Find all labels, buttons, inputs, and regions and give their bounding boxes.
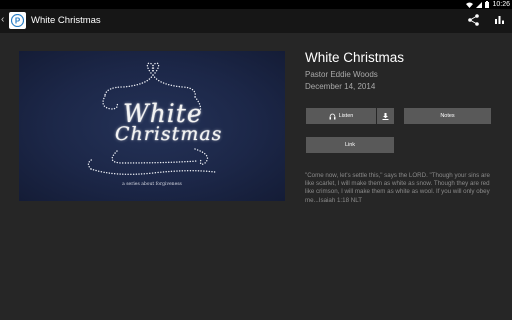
listen-button[interactable]: Listen (306, 108, 376, 124)
status-time: 10:26 (492, 1, 510, 8)
app-title: White Christmas (31, 15, 101, 26)
sermon-date: December 14, 2014 (305, 82, 376, 91)
notes-button[interactable]: Notes (404, 108, 491, 124)
link-label: Link (344, 142, 356, 148)
listen-label: Listen (338, 113, 354, 119)
svg-text:P: P (15, 17, 21, 26)
bar-chart-icon[interactable] (495, 15, 504, 24)
battery-icon (485, 1, 490, 8)
app-bar: ‹ P White Christmas (0, 9, 512, 33)
download-icon (382, 112, 389, 120)
back-arrow-icon[interactable]: ‹ (1, 14, 4, 26)
artwork-tagline: a series about forgiveness (122, 182, 182, 187)
headphones-icon (329, 113, 336, 119)
scripture-text: "Come now, let's settle this," says the … (305, 172, 490, 204)
app-logo-icon[interactable]: P (9, 12, 26, 29)
share-icon[interactable] (468, 14, 479, 26)
download-button[interactable] (377, 108, 394, 124)
sermon-title: White Christmas (305, 50, 405, 65)
sermon-speaker: Pastor Eddie Woods (305, 70, 378, 79)
wifi-icon (466, 2, 474, 8)
signal-icon (476, 1, 483, 8)
notes-label: Notes (440, 113, 455, 119)
link-button[interactable]: Link (306, 137, 394, 153)
sermon-artwork: White Christmas a series about forgivene… (19, 51, 285, 201)
status-bar: 10:26 (0, 0, 512, 9)
artwork-title-line2: Christmas (115, 123, 223, 145)
